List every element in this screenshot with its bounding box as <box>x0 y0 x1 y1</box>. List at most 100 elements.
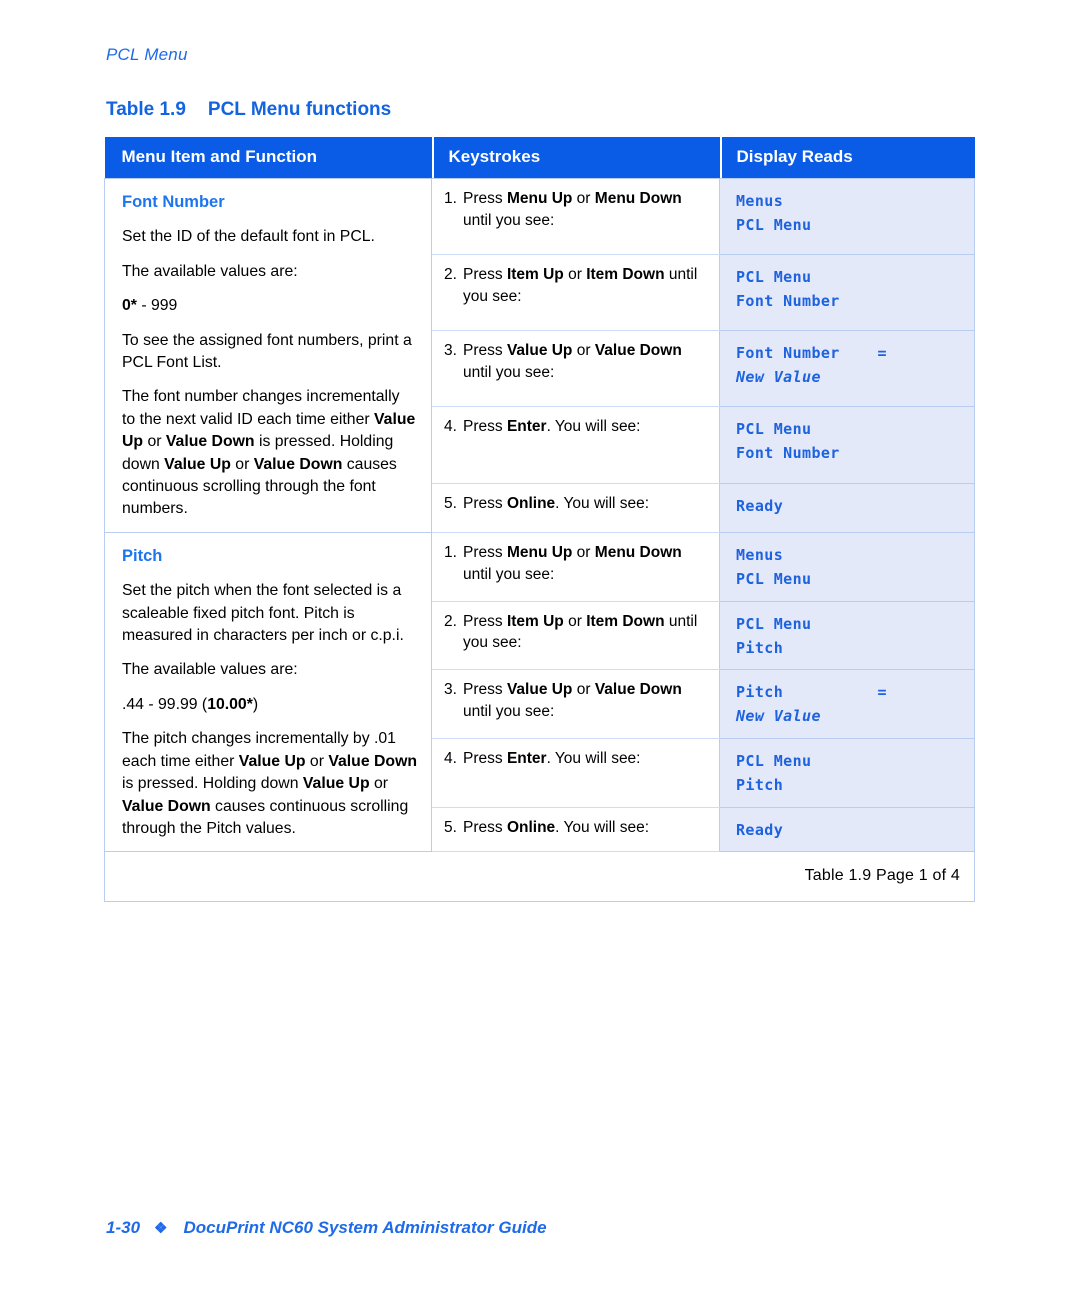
display-line: PCL Menu <box>736 216 812 234</box>
plain-text: Press <box>463 190 507 207</box>
plain-text: or <box>572 342 595 360</box>
plain-text: or <box>305 752 329 770</box>
display-reads-cell: Font Number = New Value <box>719 330 975 408</box>
function-paragraph: Set the pitch when the font selected is … <box>122 580 417 647</box>
emphasis-text: Value Up <box>302 775 370 793</box>
emphasis-text: Value Up <box>238 752 306 770</box>
column-header-keystrokes: Keystrokes <box>431 137 720 179</box>
step-number: 5. <box>444 818 457 836</box>
display-reads-cell: Ready <box>719 806 975 853</box>
display-line: Menus <box>736 192 784 210</box>
table-caption-title: PCL Menu functions <box>207 99 392 120</box>
page-number: 1-30 <box>106 1218 141 1237</box>
plain-text: or <box>369 775 389 793</box>
emphasis-text: Enter <box>506 750 547 768</box>
function-title: Font Number <box>122 193 225 211</box>
display-reads-cell: PCL Menu Font Number <box>719 254 975 332</box>
table-caption-number: Table 1.9 <box>106 99 186 120</box>
table-header-row: Menu Item and Function Keystrokes Displa… <box>104 137 975 179</box>
keystroke-step: 4. Press Enter. You will see: <box>444 416 711 439</box>
plain-text: - 999 <box>136 297 178 315</box>
emphasis-text: 10.00* <box>207 695 253 713</box>
column-header-display-reads: Display Reads <box>719 137 975 179</box>
display-line: PCL Menu <box>736 569 812 588</box>
column-header-menu-item: Menu Item and Function <box>104 137 432 179</box>
pcl-menu-table-wrapper: Menu Item and Function Keystrokes Displa… <box>104 137 975 902</box>
emphasis-text: Menu Down <box>594 190 682 207</box>
step-number: 1. <box>444 190 457 207</box>
keystroke-step: 1. Press Menu Up or Menu Down until you s… <box>444 542 711 585</box>
step-text: Press Item Up or Item Down until you see… <box>463 611 711 654</box>
pcl-menu-table: Menu Item and Function Keystrokes Displa… <box>104 137 975 902</box>
display-line: Ready <box>736 496 784 515</box>
plain-text: Press <box>463 266 507 284</box>
step-text: Press Enter. You will see: <box>463 416 711 438</box>
keystroke-step: 2. Press Item Up or Item Down until you s… <box>444 611 711 654</box>
step-text: Press Enter. You will see: <box>463 748 711 770</box>
plain-text: To see the assigned font numbers, print … <box>122 331 412 371</box>
emphasis-text: Value Down <box>253 455 343 473</box>
display-line: PCL Menu <box>736 614 812 633</box>
function-paragraph: The font number changes incrementally to… <box>122 386 417 521</box>
display-line: New Value <box>736 368 821 387</box>
plain-text: Press <box>463 543 507 561</box>
display-line: Pitch = <box>736 683 887 702</box>
plain-text: or <box>143 433 166 451</box>
plain-text: until you see: <box>463 363 555 381</box>
keystroke-step: 4. Press Enter. You will see: <box>444 748 711 771</box>
keystroke-cell: 2. Press Item Up or Item Down until you s… <box>431 254 720 332</box>
emphasis-text: Menu Up <box>506 543 573 561</box>
emphasis-text: Item Up <box>506 612 564 630</box>
function-paragraph: Set the ID of the default font in PCL. <box>122 226 417 248</box>
keystroke-step: 5. Press Online. You will see: <box>444 817 711 840</box>
keystroke-cell: 1. Press Menu Up or Menu Down until you s… <box>431 177 720 256</box>
display-reads-cell: Pitch = New Value <box>719 669 975 740</box>
table-footer-label: Table 1.9 Page 1 of 4 <box>104 851 975 902</box>
step-text: Press Menu Up or Menu Down until you see… <box>463 188 711 231</box>
emphasis-text: Value Up <box>164 455 231 473</box>
emphasis-text: Online <box>506 818 556 836</box>
emphasis-text: Value Down <box>328 752 418 770</box>
plain-text: or <box>572 190 595 207</box>
plain-text: until you see: <box>463 565 555 583</box>
plain-text: Set the pitch when the font selected is … <box>122 582 404 644</box>
display-line: Menus <box>736 545 784 564</box>
display-reads-cell: PCL Menu Font Number <box>719 406 975 484</box>
emphasis-text: Online <box>506 494 556 512</box>
emphasis-text: Item Down <box>586 266 665 284</box>
keystroke-cell: 5. Press Online. You will see: <box>431 806 720 853</box>
document-page: PCL Menu Table 1.9 PCL Menu functions Men… <box>0 0 1080 1296</box>
function-paragraph: The pitch changes incrementally by .01 e… <box>122 728 417 840</box>
display-line: New Value <box>736 707 821 726</box>
step-number: 2. <box>444 266 457 284</box>
step-text: Press Online. You will see: <box>463 493 711 515</box>
plain-text: .44 - 99.99 ( <box>122 695 208 713</box>
plain-text: Press <box>463 750 507 768</box>
step-number: 3. <box>444 342 457 360</box>
plain-text: Press <box>463 342 507 360</box>
display-line: PCL Menu <box>736 268 812 287</box>
plain-text: or <box>563 612 587 630</box>
plain-text: Press <box>463 681 507 699</box>
emphasis-text: 0* <box>122 297 137 315</box>
plain-text: Set the ID of the default font in PCL. <box>122 228 375 246</box>
table-footer-row: Table 1.9 Page 1 of 4 <box>104 851 975 902</box>
table-caption: Table 1.9 PCL Menu functions <box>106 99 391 121</box>
display-line: Font Number <box>736 444 840 463</box>
function-title: Pitch <box>122 546 163 565</box>
step-text: Press Online. You will see: <box>463 817 711 839</box>
keystroke-cell: 3. Press Value Up or Value Down until you… <box>431 330 720 408</box>
keystroke-cell: 1. Press Menu Up or Menu Down until you s… <box>431 531 720 602</box>
plain-text: The available values are: <box>122 262 298 280</box>
function-paragraph: The available values are: <box>122 659 417 681</box>
plain-text: until you see: <box>463 211 555 229</box>
step-number: 2. <box>444 612 457 630</box>
display-line: Ready <box>736 820 784 839</box>
keystroke-cell: 2. Press Item Up or Item Down until you s… <box>431 600 720 671</box>
keystroke-step: 3. Press Value Up or Value Down until you… <box>444 340 711 383</box>
plain-text: . You will see: <box>555 494 650 512</box>
function-paragraph: To see the assigned font numbers, print … <box>122 330 417 375</box>
keystroke-cell: 4. Press Enter. You will see: <box>431 738 720 808</box>
plain-text: . You will see: <box>546 750 641 768</box>
plain-text: or <box>572 543 595 561</box>
